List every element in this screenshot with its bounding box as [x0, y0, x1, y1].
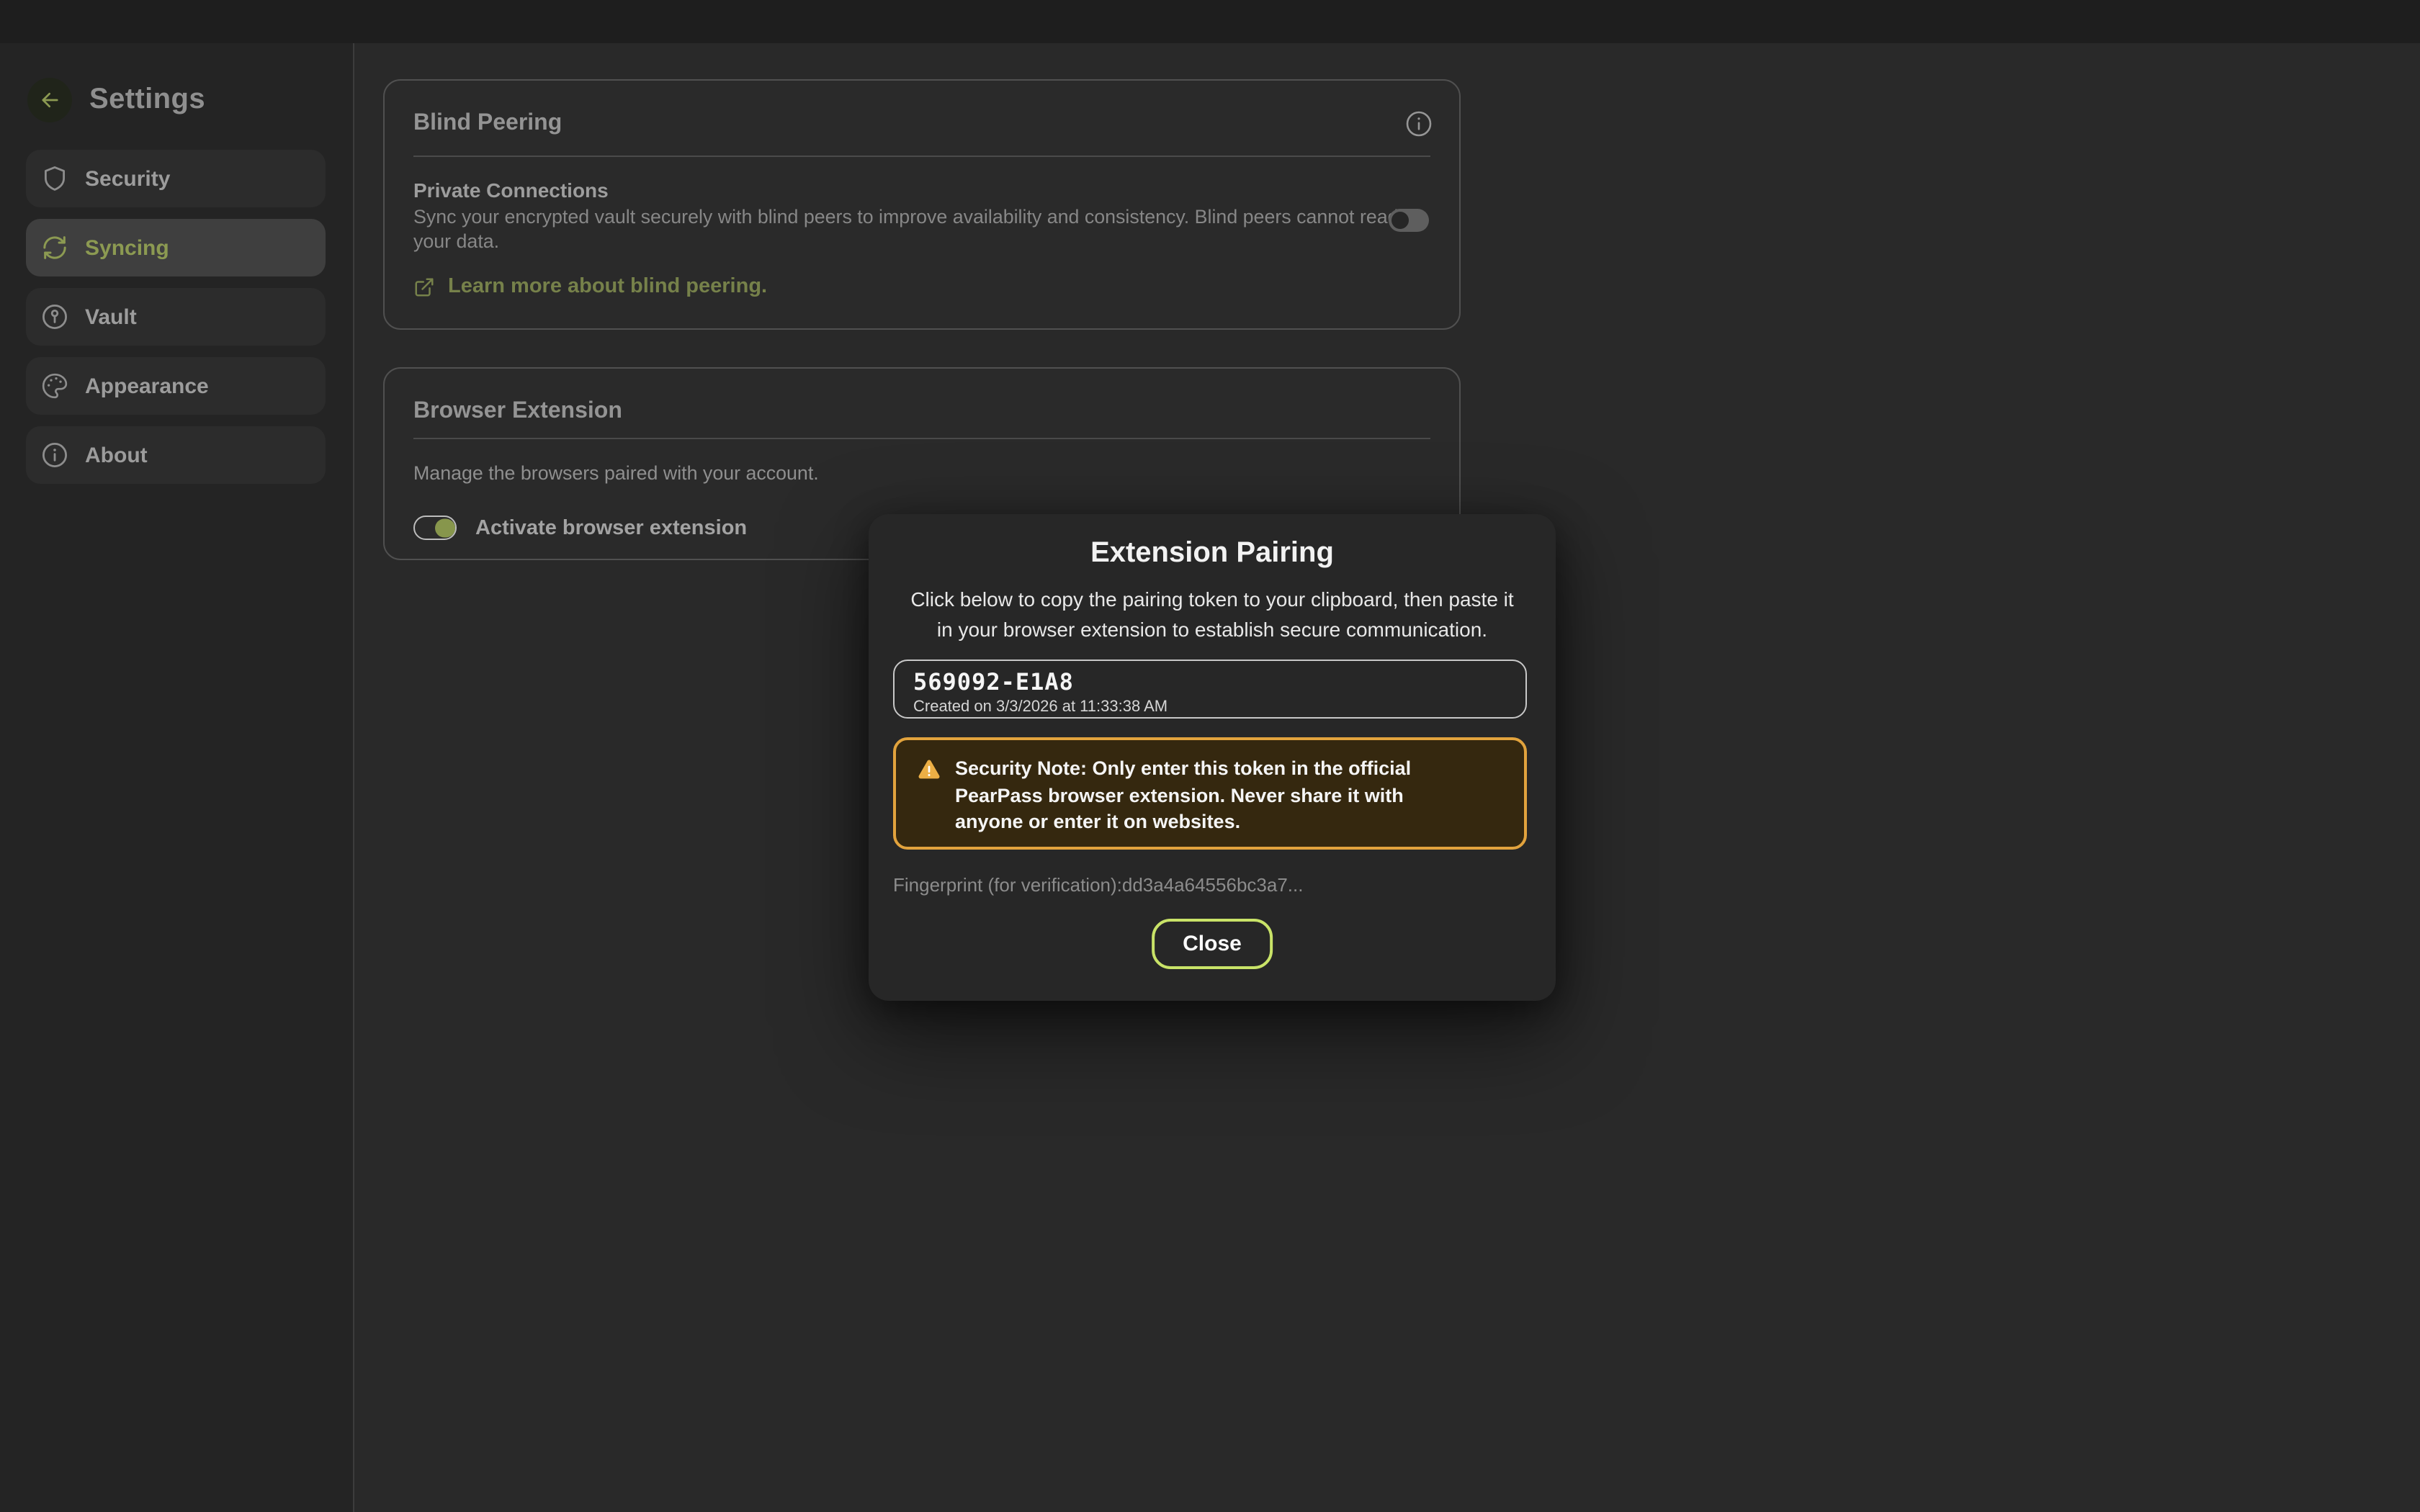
learn-more-link[interactable]: Learn more about blind peering.: [413, 275, 767, 298]
sidebar-item-security[interactable]: Security: [26, 150, 326, 207]
sidebar-header: Settings: [27, 78, 205, 122]
private-connections-setting: Private Connections Sync your encrypted …: [413, 179, 1407, 253]
back-button[interactable]: [27, 78, 72, 122]
page-title: Settings: [89, 84, 205, 117]
warning-icon: [918, 759, 941, 780]
card-description: Manage the browsers paired with your acc…: [413, 462, 819, 484]
sidebar-item-label: Appearance: [85, 374, 209, 398]
security-note-text: Security Note: Only enter this token in …: [955, 756, 1471, 836]
sidebar-item-syncing[interactable]: Syncing: [26, 219, 326, 276]
toggle-knob: [1392, 212, 1409, 229]
arrow-left-icon: [37, 88, 62, 112]
modal-description: Click below to copy the pairing token to…: [900, 585, 1524, 644]
blind-peering-card: Blind Peering Private Connections Sync y…: [383, 79, 1461, 330]
token-created-timestamp: Created on 3/3/2026 at 11:33:38 AM: [913, 698, 1507, 716]
security-note-banner: Security Note: Only enter this token in …: [893, 737, 1527, 850]
card-title: Blind Peering: [413, 111, 562, 137]
settings-sidebar: Settings Security Syncing: [0, 43, 354, 1512]
pairing-token-copy-box[interactable]: 569092-E1A8 Created on 3/3/2026 at 11:33…: [893, 660, 1527, 719]
sidebar-item-appearance[interactable]: Appearance: [26, 357, 326, 415]
external-link-icon: [413, 276, 435, 297]
sidebar-item-label: About: [85, 443, 148, 467]
link-label: Learn more about blind peering.: [448, 275, 767, 298]
toggle-knob: [435, 518, 454, 538]
sidebar-item-label: Syncing: [85, 235, 169, 260]
close-button[interactable]: Close: [1151, 919, 1273, 969]
divider: [413, 156, 1430, 157]
app-window: Settings Security Syncing: [0, 0, 2420, 1512]
sidebar-item-label: Security: [85, 166, 170, 191]
palette-icon: [40, 372, 69, 400]
sync-icon: [40, 233, 69, 262]
info-icon: [1404, 109, 1433, 138]
info-button[interactable]: [1404, 109, 1433, 138]
private-connections-toggle[interactable]: [1389, 209, 1429, 232]
toggle-label: Activate browser extension: [475, 516, 747, 539]
vault-icon: [40, 302, 69, 331]
sidebar-item-label: Vault: [85, 305, 137, 329]
shield-icon: [40, 164, 69, 193]
extension-pairing-modal: Extension Pairing Click below to copy th…: [869, 514, 1556, 1001]
sidebar-item-about[interactable]: About: [26, 426, 326, 484]
modal-title: Extension Pairing: [869, 537, 1556, 570]
setting-description: Sync your encrypted vault securely with …: [413, 206, 1399, 253]
pairing-token: 569092-E1A8: [913, 668, 1507, 696]
activate-extension-row: Activate browser extension: [413, 516, 747, 540]
activate-extension-toggle[interactable]: [413, 516, 457, 540]
sidebar-item-vault[interactable]: Vault: [26, 288, 326, 346]
setting-title: Private Connections: [413, 179, 1407, 202]
divider: [413, 438, 1430, 439]
info-icon: [40, 441, 69, 469]
window-titlebar: [0, 0, 2420, 43]
fingerprint-text: Fingerprint (for verification):dd3a4a645…: [893, 874, 1303, 896]
card-title: Browser Extension: [413, 399, 622, 425]
